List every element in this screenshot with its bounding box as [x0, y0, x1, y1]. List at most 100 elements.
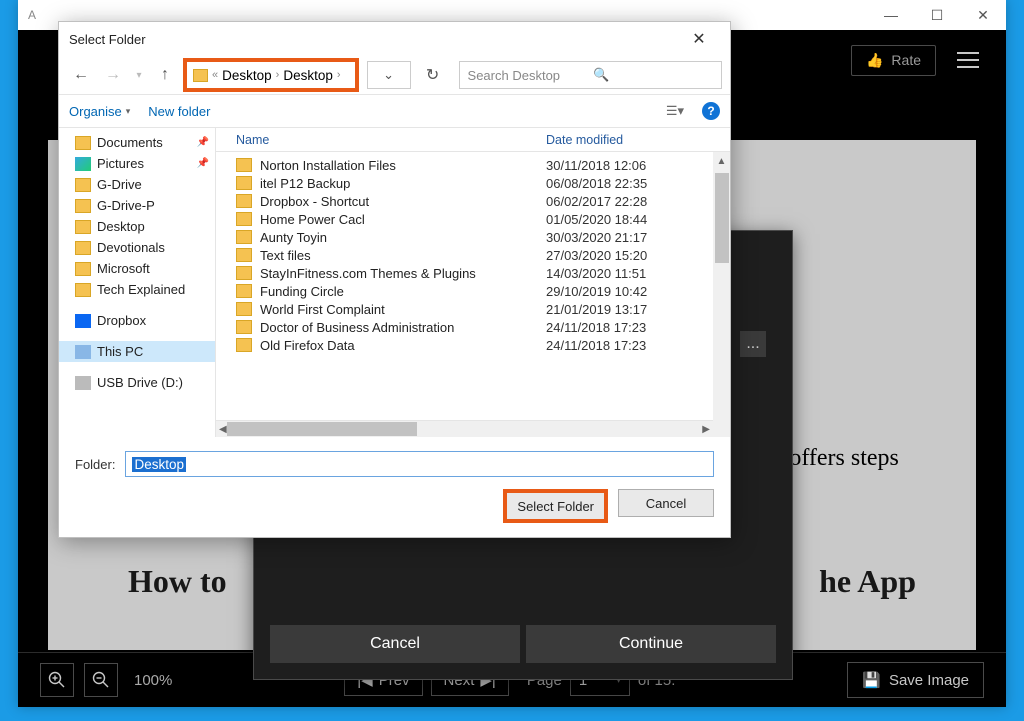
sidebar-item-label: Devotionals: [97, 240, 165, 255]
rate-button[interactable]: 👍 Rate: [851, 45, 936, 76]
file-row[interactable]: StayInFitness.com Themes & Plugins14/03/…: [216, 264, 713, 282]
sidebar-item-documents[interactable]: Documents📌: [59, 132, 215, 153]
nav-sidebar[interactable]: Documents📌Pictures📌 G-Drive G-Drive-P Deskt…: [59, 128, 216, 437]
column-name[interactable]: Name: [236, 133, 546, 147]
nav-forward-button[interactable]: →: [99, 61, 127, 89]
close-app-button[interactable]: ✕: [960, 0, 1006, 30]
file-row[interactable]: Home Power Cacl01/05/2020 18:44: [216, 210, 713, 228]
file-row[interactable]: Aunty Toyin30/03/2020 21:17: [216, 228, 713, 246]
file-name: Aunty Toyin: [260, 230, 327, 245]
file-row[interactable]: Old Firefox Data24/11/2018 17:23: [216, 336, 713, 354]
save-image-button[interactable]: 💾 Save Image: [847, 662, 984, 698]
sidebar-item-tech-explained[interactable]: Tech Explained: [59, 279, 215, 300]
file-name: Old Firefox Data: [260, 338, 355, 353]
breadcrumb-lead: «: [212, 69, 218, 81]
sidebar-item-microsoft[interactable]: Microsoft: [59, 258, 215, 279]
file-date: 21/01/2019 13:17: [546, 302, 647, 317]
chevron-right-icon: ›: [337, 69, 341, 81]
column-date[interactable]: Date modified: [546, 133, 623, 147]
pin-icon: 📌: [197, 158, 209, 169]
hamburger-menu-button[interactable]: [950, 42, 986, 78]
nav-back-button[interactable]: ←: [67, 61, 95, 89]
search-input[interactable]: Search Desktop 🔍: [459, 61, 722, 89]
folder-icon: [236, 248, 252, 262]
organise-menu[interactable]: Organise ▾: [69, 104, 130, 119]
view-options-button[interactable]: ☰▾: [658, 100, 692, 122]
thumbs-up-icon: 👍: [866, 52, 883, 69]
app-title-prefix: A: [18, 8, 36, 22]
file-row[interactable]: World First Complaint21/01/2019 13:17: [216, 300, 713, 318]
search-icon45: 🔍: [593, 67, 713, 83]
folder-icon: [75, 283, 91, 297]
zoom-out-button[interactable]: [84, 663, 118, 697]
zoom-percent: 100%: [134, 672, 172, 689]
dialog-close-button[interactable]: ✕: [678, 24, 720, 54]
folder-icon: [75, 178, 91, 192]
breadcrumb-seg-2[interactable]: Desktop: [283, 68, 333, 83]
zoom-in-button[interactable]: [40, 663, 74, 697]
file-date: 01/05/2020 18:44: [546, 212, 647, 227]
browse-button[interactable]: ...: [740, 331, 766, 357]
inner-continue-button[interactable]: Continue: [526, 625, 776, 663]
breadcrumb-history-dropdown[interactable]: ⌄: [367, 61, 411, 89]
file-date: 06/08/2018 22:35: [546, 176, 647, 191]
file-list[interactable]: Norton Installation Files30/11/2018 12:0…: [216, 152, 713, 420]
h-scroll-thumb[interactable]: [227, 422, 417, 436]
column-headers[interactable]: Name Date modified: [216, 128, 730, 152]
v-scroll-thumb[interactable]: [715, 173, 729, 263]
pics-icon: [75, 157, 91, 171]
dialog-cancel-button[interactable]: Cancel: [618, 489, 714, 517]
file-row[interactable]: Funding Circle29/10/2019 10:42: [216, 282, 713, 300]
sidebar-item-label: Microsoft: [97, 261, 150, 276]
sidebar-item-label: G-Drive: [97, 177, 142, 192]
sidebar-item-desktop[interactable]: Desktop: [59, 216, 215, 237]
sidebar-item-usb-drive-d-[interactable]: USB Drive (D:): [59, 372, 215, 393]
sidebar-item-dropbox[interactable]: Dropbox: [59, 310, 215, 331]
sidebar-item-label: G-Drive-P: [97, 198, 155, 213]
chevron-down-icon: ▾: [126, 106, 131, 117]
minimize-button[interactable]: —: [868, 0, 914, 30]
file-date: 27/03/2020 15:20: [546, 248, 647, 263]
new-folder-button[interactable]: New folder: [148, 104, 210, 119]
file-name: Dropbox - Shortcut: [260, 194, 369, 209]
file-row[interactable]: Dropbox - Shortcut 06/02/2017 22:28: [216, 192, 713, 210]
pin-icon: 📌: [197, 137, 209, 148]
sidebar-item-label: Desktop: [97, 219, 145, 234]
file-date: 14/03/2020 11:51: [546, 266, 646, 281]
folder-icon: [236, 302, 252, 316]
folder-icon: [236, 212, 252, 226]
horizontal-scrollbar[interactable]: ◀ ▶: [216, 420, 713, 437]
breadcrumb-seg-1[interactable]: Desktop: [222, 68, 272, 83]
sidebar-item-devotionals[interactable]: Devotionals: [59, 237, 215, 258]
sidebar-item-pictures[interactable]: Pictures📌: [59, 153, 215, 174]
inner-cancel-button[interactable]: Cancel: [270, 625, 520, 663]
file-name: Norton Installation Files: [260, 158, 396, 173]
folder-icon: [236, 338, 252, 352]
maximize-button[interactable]: ☐: [914, 0, 960, 30]
nav-recent-dropdown[interactable]: ▾: [131, 61, 147, 89]
rate-label: Rate: [891, 52, 921, 68]
file-row[interactable]: Norton Installation Files30/11/2018 12:0…: [216, 156, 713, 174]
dialog-main: Documents📌Pictures📌 G-Drive G-Drive-P Deskt…: [59, 128, 730, 437]
save-icon: 💾: [862, 671, 881, 689]
select-folder-button[interactable]: Select Folder: [503, 489, 608, 523]
vertical-scrollbar[interactable]: ▲: [713, 152, 730, 437]
svg-usb-icon: [75, 376, 91, 390]
folder-name-input[interactable]: Desktop: [125, 451, 714, 477]
help-icon[interactable]: ?: [702, 102, 720, 120]
refresh-button[interactable]: ↻: [417, 61, 449, 89]
file-row[interactable]: Doctor of Business Administration24/11/2…: [216, 318, 713, 336]
sidebar-item-label: Dropbox: [97, 313, 146, 328]
sidebar-item-g-drive[interactable]: G-Drive: [59, 174, 215, 195]
dialog-titlebar: Select Folder ✕: [59, 22, 730, 56]
file-name: Funding Circle: [260, 284, 344, 299]
file-date: 06/02/2017 22:28: [546, 194, 647, 209]
folder-icon: [75, 241, 91, 255]
nav-up-button[interactable]: ↑: [151, 61, 179, 89]
sidebar-item-this-pc[interactable]: This PC: [59, 341, 215, 362]
file-row[interactable]: itel P12 Backup06/08/2018 22:35: [216, 174, 713, 192]
sidebar-item-g-drive-p[interactable]: G-Drive-P: [59, 195, 215, 216]
file-area: Name Date modified Norton Installation F…: [216, 128, 730, 437]
breadcrumb-bar[interactable]: « Desktop › Desktop ›: [183, 58, 359, 92]
file-row[interactable]: Text files27/03/2020 15:20: [216, 246, 713, 264]
